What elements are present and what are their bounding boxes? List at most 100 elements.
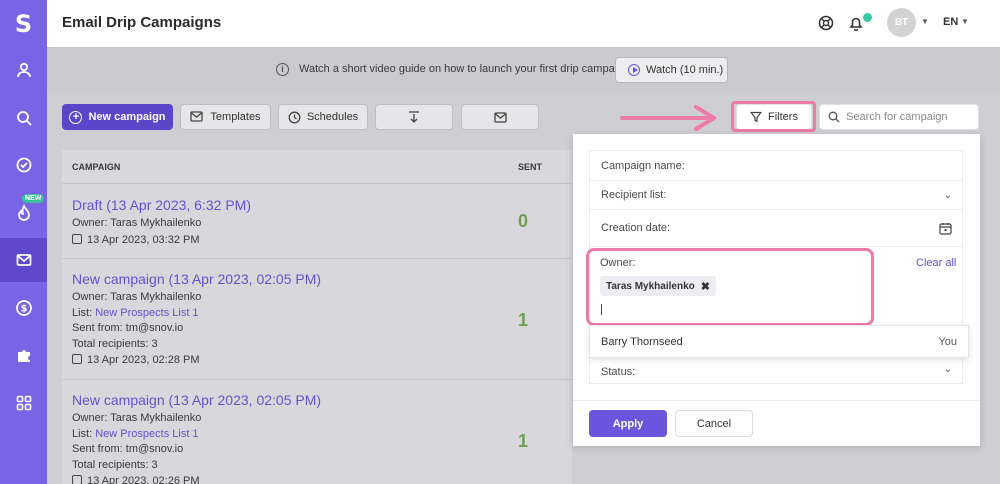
- campaign-owner: Owner: Taras Mykhailenko: [72, 291, 202, 303]
- column-header-sent[interactable]: SENT: [518, 162, 542, 172]
- sidebar-item-campaigns[interactable]: [0, 238, 47, 282]
- owner-option-note: You: [938, 335, 957, 348]
- owner-label: Owner:: [600, 257, 636, 269]
- recipient-list-select[interactable]: Recipient list: ⌄: [589, 180, 963, 210]
- chevron-down-icon[interactable]: ▼: [961, 17, 969, 26]
- table-row: Draft (13 Apr 2023, 6:32 PM) Owner: Tara…: [62, 183, 572, 258]
- watch-label: Watch (10 min.): [646, 64, 724, 76]
- creation-date-label: Creation date:: [601, 222, 671, 234]
- svg-text:$: $: [20, 304, 27, 315]
- sidebar-item-apps[interactable]: [0, 381, 47, 425]
- sidebar-item-deals[interactable]: $: [0, 286, 47, 330]
- text-cursor: [601, 304, 602, 315]
- dollar-icon: $: [15, 300, 32, 316]
- apply-button[interactable]: Apply: [589, 410, 667, 437]
- download-button[interactable]: [375, 104, 453, 130]
- campaign-date: 13 Apr 2023, 02:26 PM: [72, 475, 200, 484]
- chevron-down-icon[interactable]: ▼: [921, 17, 929, 26]
- templates-button[interactable]: Templates: [180, 104, 271, 130]
- template-mail-icon: [190, 111, 204, 122]
- download-icon: [409, 110, 419, 123]
- campaign-search[interactable]: [819, 104, 979, 130]
- mail-icon: [493, 111, 507, 123]
- top-header: Email Drip Campaigns BT ▼ EN ▼: [47, 0, 1000, 47]
- campaign-date: 13 Apr 2023, 02:28 PM: [72, 354, 200, 366]
- owner-tag-label: Taras Mykhailenko: [606, 280, 695, 292]
- grid-icon: [16, 395, 31, 411]
- campaign-title-link[interactable]: New campaign (13 Apr 2023, 02:05 PM): [72, 392, 321, 408]
- campaign-total-recipients: Total recipients: 3: [72, 338, 158, 350]
- list-prefix: List:: [72, 307, 96, 319]
- page-title: Email Drip Campaigns: [62, 14, 222, 31]
- campaign-owner: Owner: Taras Mykhailenko: [72, 217, 202, 229]
- annotation-arrow: [620, 105, 716, 131]
- schedules-button[interactable]: Schedules: [278, 104, 368, 130]
- search-input[interactable]: [846, 111, 976, 123]
- sidebar-item-prospects[interactable]: [0, 48, 47, 92]
- clock-icon: [288, 111, 301, 123]
- table-row: New campaign (13 Apr 2023, 02:05 PM) Own…: [62, 379, 572, 484]
- schedules-label: Schedules: [306, 111, 359, 123]
- campaign-date: 13 Apr 2023, 03:32 PM: [72, 234, 200, 246]
- avatar[interactable]: BT: [887, 8, 916, 37]
- calendar-icon[interactable]: [939, 222, 952, 235]
- sent-count: 0: [518, 211, 529, 231]
- sent-count: 1: [518, 310, 529, 330]
- search-icon: [828, 111, 840, 123]
- column-header-campaign[interactable]: CAMPAIGN: [72, 162, 120, 172]
- campaign-title-link[interactable]: Draft (13 Apr 2023, 6:32 PM): [72, 197, 251, 213]
- status-select[interactable]: Status: ⌄: [589, 355, 963, 384]
- recipient-list-label: Recipient list:: [601, 189, 667, 201]
- campaign-list: List: New Prospects List 1: [72, 307, 199, 319]
- chevron-down-icon: ⌄: [943, 364, 952, 375]
- filters-highlight: [731, 101, 816, 132]
- list-prefix: List:: [72, 428, 96, 440]
- video-guide-banner: i Watch a short video guide on how to la…: [47, 47, 1000, 93]
- table-row: New campaign (13 Apr 2023, 02:05 PM) Own…: [62, 258, 572, 379]
- check-circle-icon: [16, 157, 31, 173]
- status-label: Status:: [601, 365, 636, 378]
- sidebar: S NEW $: [0, 0, 47, 484]
- info-icon: i: [276, 63, 289, 76]
- email-button[interactable]: [461, 104, 539, 130]
- templates-label: Templates: [210, 111, 261, 123]
- creation-date-field[interactable]: Creation date:: [589, 209, 963, 247]
- new-campaign-button[interactable]: + New campaign: [62, 104, 173, 130]
- mail-icon: [16, 254, 31, 266]
- app-logo[interactable]: S: [0, 0, 47, 47]
- sidebar-item-verify[interactable]: [0, 143, 47, 187]
- sidebar-item-search[interactable]: [0, 96, 47, 140]
- filter-panel: Campaign name: Recipient list: ⌄ Creatio…: [573, 134, 980, 446]
- help-icon[interactable]: [817, 14, 835, 32]
- watch-video-button[interactable]: Watch (10 min.): [615, 57, 728, 83]
- clear-all-link[interactable]: Clear all: [916, 257, 956, 269]
- language-selector[interactable]: EN: [943, 16, 958, 28]
- remove-tag-icon[interactable]: ✖: [701, 280, 710, 293]
- campaign-sent-from: Sent from: tm@snov.io: [72, 443, 184, 455]
- cancel-button[interactable]: Cancel: [675, 410, 753, 437]
- plus-icon: +: [69, 110, 83, 124]
- campaign-date-text: 13 Apr 2023, 02:28 PM: [87, 354, 200, 366]
- sent-count: 1: [518, 431, 529, 451]
- sidebar-item-integrations[interactable]: [0, 333, 47, 377]
- list-link[interactable]: New Prospects List 1: [95, 428, 198, 440]
- notification-dot: [863, 13, 872, 22]
- campaign-total-recipients: Total recipients: 3: [72, 459, 158, 471]
- new-campaign-label: New campaign: [88, 111, 166, 123]
- list-link[interactable]: New Prospects List 1: [95, 307, 198, 319]
- campaign-date-text: 13 Apr 2023, 03:32 PM: [87, 234, 200, 246]
- calendar-icon: [72, 234, 82, 244]
- puzzle-icon: [17, 350, 30, 362]
- search-icon: [16, 111, 32, 126]
- flame-icon: [17, 204, 30, 221]
- user-icon: [16, 62, 31, 78]
- calendar-icon: [72, 475, 82, 484]
- banner-text: Watch a short video guide on how to laun…: [299, 63, 630, 75]
- calendar-icon: [72, 354, 82, 364]
- owner-dropdown-option[interactable]: Barry Thornseed You: [589, 325, 969, 358]
- campaign-title-link[interactable]: New campaign (13 Apr 2023, 02:05 PM): [72, 271, 321, 287]
- campaign-list: List: New Prospects List 1: [72, 428, 199, 440]
- campaign-name-field[interactable]: Campaign name:: [589, 150, 963, 181]
- play-icon: [628, 64, 640, 76]
- new-badge: NEW: [22, 194, 45, 203]
